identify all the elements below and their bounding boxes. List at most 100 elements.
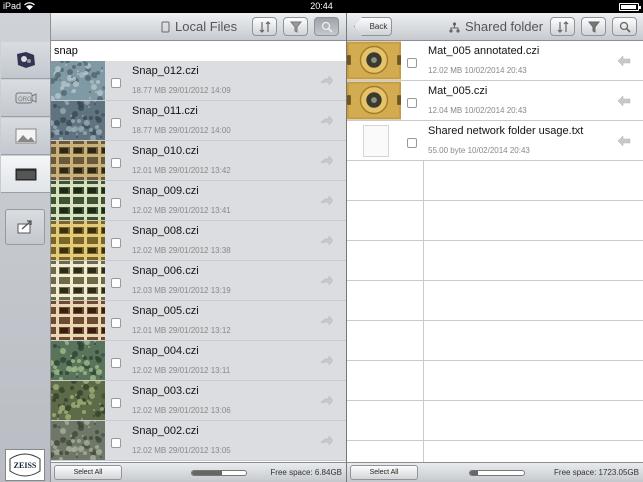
file-name: Snap_005.czi [132, 305, 199, 317]
camera-button[interactable]: ORG [1, 80, 50, 117]
file-thumbnail [347, 81, 403, 120]
column-divider [423, 401, 424, 440]
shared-sort-button[interactable] [550, 17, 575, 36]
share-arrow-icon[interactable] [320, 156, 334, 166]
zeiss-logo: ZEISS [5, 449, 45, 481]
camera-icon: ORG [15, 92, 36, 104]
export-button[interactable] [5, 209, 45, 245]
shared-select-all-button[interactable]: Select All [350, 465, 418, 480]
share-arrow-icon[interactable] [320, 196, 334, 206]
copy-back-arrow-icon[interactable] [617, 96, 631, 106]
column-divider [423, 241, 424, 280]
column-divider [423, 281, 424, 320]
file-thumbnail [347, 41, 403, 80]
share-arrow-icon[interactable] [320, 76, 334, 86]
shared-file-row[interactable]: Mat_005 annotated.czi 12.02 MB 10/02/2014… [347, 41, 643, 81]
share-arrow-icon[interactable] [320, 116, 334, 126]
image-button[interactable] [1, 118, 50, 155]
shared-filter-button[interactable] [581, 17, 606, 36]
file-row[interactable]: Snap_002.czi 12.02 MB 29/01/2012 13:05 [51, 421, 346, 461]
filter-icon [587, 21, 600, 33]
share-arrow-icon[interactable] [320, 236, 334, 246]
shared-folder-navbar: Back Shared folder [347, 13, 643, 41]
file-row[interactable]: Snap_005.czi 12.01 MB 29/01/2012 13:12 [51, 301, 346, 341]
tool-strip: ORG ZEISS [0, 13, 51, 482]
shared-search-button[interactable] [612, 17, 637, 36]
search-icon [321, 21, 333, 33]
file-name: Snap_011.czi [132, 105, 198, 117]
file-thumbnail [51, 181, 105, 220]
folder-icon [15, 168, 36, 181]
file-checkbox[interactable] [111, 318, 121, 328]
file-row[interactable]: Snap_006.czi 12.03 MB 29/01/2012 13:19 [51, 261, 346, 301]
gallery-button[interactable] [1, 42, 50, 79]
file-name: Snap_003.czi [132, 385, 199, 397]
shared-file-row[interactable]: Shared network folder usage.txt 55.00 byt… [347, 121, 643, 161]
share-arrow-icon[interactable] [320, 316, 334, 326]
file-checkbox[interactable] [407, 58, 417, 68]
filter-button[interactable] [283, 17, 308, 36]
local-file-list: Snap_012.czi 18.77 MB 29/01/2012 14:09 Sna… [51, 61, 346, 461]
share-arrow-icon[interactable] [320, 276, 334, 286]
file-thumbnail [51, 261, 105, 300]
shared-file-row[interactable]: Mat_005.czi 12.04 MB 10/02/2014 20:43 [347, 81, 643, 121]
shared-folder-title: Shared folder [465, 19, 544, 34]
file-checkbox[interactable] [111, 438, 121, 448]
file-thumbnail [51, 101, 105, 140]
file-row[interactable]: Snap_012.czi 18.77 MB 29/01/2012 14:09 [51, 61, 346, 101]
file-meta: 12.02 MB 29/01/2012 13:38 [132, 246, 231, 255]
file-meta: 12.02 MB 29/01/2012 13:11 [132, 366, 231, 375]
device-icon [161, 21, 170, 33]
shared-folder-pane: Back Shared folder Mat_005 annotated.czi… [347, 13, 643, 482]
folder-button[interactable] [1, 156, 50, 193]
file-checkbox[interactable] [407, 98, 417, 108]
file-meta: 12.02 MB 29/01/2012 13:05 [132, 446, 231, 455]
file-thumbnail [51, 381, 105, 420]
share-arrow-icon[interactable] [320, 396, 334, 406]
file-checkbox[interactable] [111, 158, 121, 168]
file-name: Snap_012.czi [132, 65, 199, 77]
copy-back-arrow-icon[interactable] [617, 136, 631, 146]
back-button[interactable]: Back [354, 17, 392, 36]
column-divider [423, 361, 424, 400]
share-arrow-icon[interactable] [320, 436, 334, 446]
file-checkbox[interactable] [111, 358, 121, 368]
file-meta: 55.00 byte 10/02/2014 20:43 [428, 146, 530, 155]
file-checkbox[interactable] [111, 198, 121, 208]
file-thumbnail [51, 301, 105, 340]
sort-icon [259, 20, 270, 33]
share-arrow-icon[interactable] [320, 356, 334, 366]
sort-icon [557, 20, 568, 33]
file-name: Snap_009.czi [132, 185, 199, 197]
copy-back-arrow-icon[interactable] [617, 56, 631, 66]
file-checkbox[interactable] [111, 118, 121, 128]
file-row[interactable]: Snap_004.czi 12.02 MB 29/01/2012 13:11 [51, 341, 346, 381]
empty-row [347, 201, 643, 241]
file-checkbox[interactable] [111, 238, 121, 248]
column-divider [423, 321, 424, 360]
file-checkbox[interactable] [111, 278, 121, 288]
filter-icon [289, 21, 302, 33]
search-toggle-button[interactable] [314, 17, 339, 36]
storage-bar [191, 470, 247, 476]
file-row[interactable]: Snap_003.czi 12.02 MB 29/01/2012 13:06 [51, 381, 346, 421]
file-row[interactable]: Snap_010.czi 12.01 MB 29/01/2012 13:42 [51, 141, 346, 181]
file-thumbnail [51, 221, 105, 260]
sort-button[interactable] [252, 17, 277, 36]
search-icon [619, 21, 631, 33]
file-meta: 12.03 MB 29/01/2012 13:19 [132, 286, 231, 295]
file-checkbox[interactable] [407, 138, 417, 148]
file-row[interactable]: Snap_011.czi 18.77 MB 29/01/2012 14:00 [51, 101, 346, 141]
file-meta: 12.02 MB 29/01/2012 13:41 [132, 206, 231, 215]
export-icon [17, 220, 32, 234]
empty-row [347, 161, 643, 201]
file-name: Mat_005.czi [428, 85, 488, 97]
file-row[interactable]: Snap_008.czi 12.02 MB 29/01/2012 13:38 [51, 221, 346, 261]
local-files-title: Local Files [175, 19, 238, 34]
file-checkbox[interactable] [111, 398, 121, 408]
file-row[interactable]: Snap_009.czi 12.02 MB 29/01/2012 13:41 [51, 181, 346, 221]
file-checkbox[interactable] [111, 78, 121, 88]
select-all-button[interactable]: Select All [54, 465, 122, 480]
search-input[interactable] [51, 41, 346, 61]
file-meta: 12.02 MB 10/02/2014 20:43 [428, 66, 527, 75]
